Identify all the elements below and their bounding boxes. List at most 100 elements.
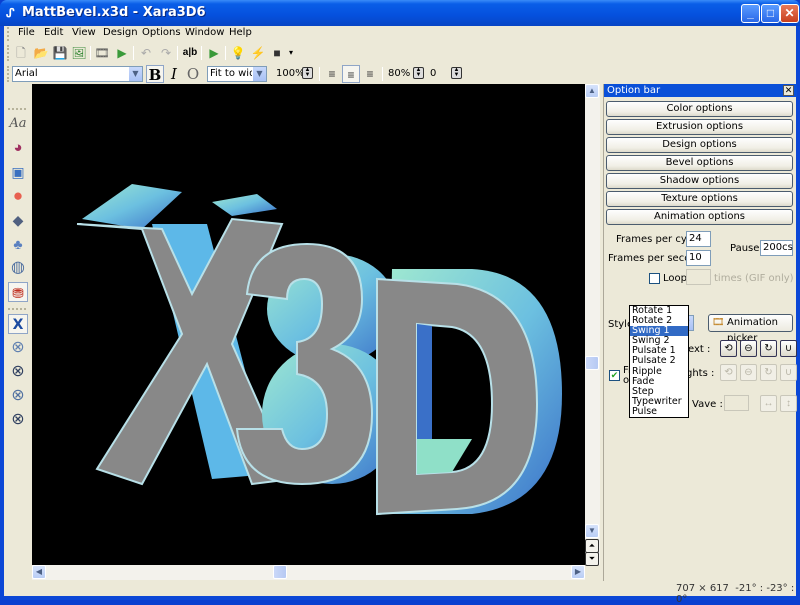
horizontal-scroll-thumb[interactable]: [273, 565, 287, 579]
text-edit-icon[interactable]: a|b: [182, 45, 198, 61]
x-button-5-icon[interactable]: ⊗: [8, 410, 28, 430]
menu-help[interactable]: Help: [229, 27, 252, 38]
color-tool-icon[interactable]: ◕: [8, 138, 28, 158]
menubar-grip[interactable]: [7, 27, 10, 41]
x-button-icon[interactable]: X: [8, 314, 28, 334]
menu-window[interactable]: Window: [185, 27, 224, 38]
save-icon[interactable]: 💾: [52, 45, 68, 61]
option-bar-close-icon[interactable]: ✕: [783, 85, 794, 96]
extrusion-options-button[interactable]: Extrusion options: [606, 119, 793, 135]
export-icon[interactable]: 🖼: [71, 45, 87, 61]
frames-per-second-input[interactable]: 10: [686, 250, 711, 266]
redo-icon[interactable]: ↷: [158, 45, 174, 61]
wave-horizontal-button[interactable]: ↔: [760, 395, 777, 412]
menu-options[interactable]: Options: [142, 27, 181, 38]
extrusion-tool-icon[interactable]: ▣: [8, 162, 28, 182]
front-only-checkbox[interactable]: ✔: [609, 370, 620, 381]
animation-export-icon[interactable]: 🎞: [94, 45, 110, 61]
maximize-button[interactable]: □: [761, 4, 780, 23]
animation-options-button[interactable]: Animation options: [606, 209, 793, 225]
lightning-icon[interactable]: ⚡: [250, 45, 266, 61]
zoom-spinner[interactable]: ▲ ▼: [302, 67, 313, 79]
menu-view[interactable]: View: [72, 27, 96, 38]
play-animation-icon[interactable]: ▶: [206, 45, 222, 61]
minimize-button[interactable]: _: [741, 4, 760, 23]
shapes-tool-icon[interactable]: ♣: [8, 234, 28, 254]
page-down-button[interactable]: ⏷: [585, 552, 599, 566]
align-right-button[interactable]: ≡: [361, 65, 379, 83]
app-window: ᔑ MattBevel.x3d - Xara3D6 _ □ ✕ File Edi…: [0, 0, 800, 605]
animation-tool-icon[interactable]: ⛃: [8, 282, 28, 302]
scroll-right-button[interactable]: ▶: [571, 565, 585, 579]
toolbar-grip[interactable]: [7, 45, 10, 61]
bevel-options-button[interactable]: Bevel options: [606, 155, 793, 171]
wave-input[interactable]: [724, 395, 749, 411]
close-button[interactable]: ✕: [780, 4, 799, 23]
toolbar-separator: [133, 46, 134, 60]
menu-edit[interactable]: Edit: [44, 27, 63, 38]
3d-canvas[interactable]: [32, 84, 585, 565]
tools-grip[interactable]: [8, 108, 26, 110]
lights-swing-button[interactable]: ∪: [780, 364, 797, 381]
vertical-scroll-thumb[interactable]: [585, 356, 599, 370]
texture-options-button[interactable]: Texture options: [606, 191, 793, 207]
shadow-options-button[interactable]: Shadow options: [606, 173, 793, 189]
lighting-tool-icon[interactable]: ◆: [8, 210, 28, 230]
font-select[interactable]: Arial ▼: [12, 66, 143, 82]
menu-design[interactable]: Design: [103, 27, 138, 38]
text-rotate-x-button[interactable]: ⊖: [740, 340, 757, 357]
title-bar[interactable]: ᔑ MattBevel.x3d - Xara3D6 _ □ ✕: [0, 0, 800, 26]
color-options-button[interactable]: Color options: [606, 101, 793, 117]
x-button-4-icon[interactable]: ⊗: [8, 386, 28, 406]
italic-button[interactable]: I: [165, 65, 183, 83]
loop-checkbox[interactable]: [649, 273, 660, 284]
style-dropdown-list[interactable]: Rotate 1 Rotate 2 Swing 1 Swing 2 Pulsat…: [629, 305, 689, 418]
new-icon[interactable]: 🗋: [13, 45, 29, 61]
toolbar-overflow-icon[interactable]: ▾: [283, 45, 299, 61]
text-swing-button[interactable]: ∪: [780, 340, 797, 357]
letter-d: [376, 269, 562, 516]
texture-tool-icon[interactable]: ◍: [8, 258, 28, 278]
chevron-down-icon[interactable]: ▼: [128, 67, 142, 81]
frames-per-cycle-input[interactable]: 24: [686, 231, 711, 247]
lights-rotate-x-button[interactable]: ⊖: [740, 364, 757, 381]
play-export-icon[interactable]: ▶: [114, 45, 130, 61]
animation-picker-button[interactable]: 🎞 Animation picker: [708, 314, 793, 344]
text-rotate-y-button[interactable]: ⟲: [720, 340, 737, 357]
align-left-button[interactable]: ≡: [323, 65, 341, 83]
wave-label: Vave :: [692, 399, 723, 410]
pause-input[interactable]: 200cs: [760, 240, 793, 256]
menu-file[interactable]: File: [18, 27, 35, 38]
toolbar-separator: [382, 67, 383, 81]
lights-rotate-z-button[interactable]: ↻: [760, 364, 777, 381]
x-button-2-icon[interactable]: ⊗: [8, 338, 28, 358]
bevel-tool-icon[interactable]: ●: [8, 186, 28, 206]
letter-spacing-spinner[interactable]: ▲ ▼: [451, 67, 462, 79]
loop-count-input[interactable]: [686, 269, 711, 285]
style-option[interactable]: Pulse: [630, 406, 688, 417]
bold-button[interactable]: B: [146, 65, 164, 84]
lights-rotate-y-button[interactable]: ⟲: [720, 364, 737, 381]
scroll-down-button[interactable]: ▼: [585, 524, 599, 538]
horizontal-scrollbar[interactable]: ◀ ▶: [32, 565, 585, 580]
page-up-button[interactable]: ⏶: [585, 539, 599, 553]
text-rotate-z-button[interactable]: ↻: [760, 340, 777, 357]
scroll-up-button[interactable]: ▲: [585, 84, 599, 98]
align-center-button[interactable]: ≡: [342, 65, 360, 83]
chevron-down-icon[interactable]: ▼: [252, 67, 266, 81]
scroll-left-button[interactable]: ◀: [32, 565, 46, 579]
outline-button[interactable]: O: [184, 65, 202, 83]
tools-grip-2[interactable]: [8, 308, 26, 310]
format-toolbar-grip[interactable]: [7, 66, 10, 82]
font-value: Arial: [15, 68, 38, 79]
line-spacing-spinner[interactable]: ▲ ▼: [413, 67, 424, 79]
wave-vertical-button[interactable]: ↕: [780, 395, 797, 412]
text-tool-icon[interactable]: Aa: [8, 114, 28, 134]
light-bulb-icon[interactable]: 💡: [230, 45, 246, 61]
x-button-3-icon[interactable]: ⊗: [8, 362, 28, 382]
vertical-scrollbar[interactable]: ▲ ▼ ⏶ ⏷: [585, 84, 600, 566]
zoom-mode-select[interactable]: Fit to width ▼: [207, 66, 267, 82]
open-icon[interactable]: 📂: [33, 45, 49, 61]
undo-icon[interactable]: ↶: [138, 45, 154, 61]
design-options-button[interactable]: Design options: [606, 137, 793, 153]
